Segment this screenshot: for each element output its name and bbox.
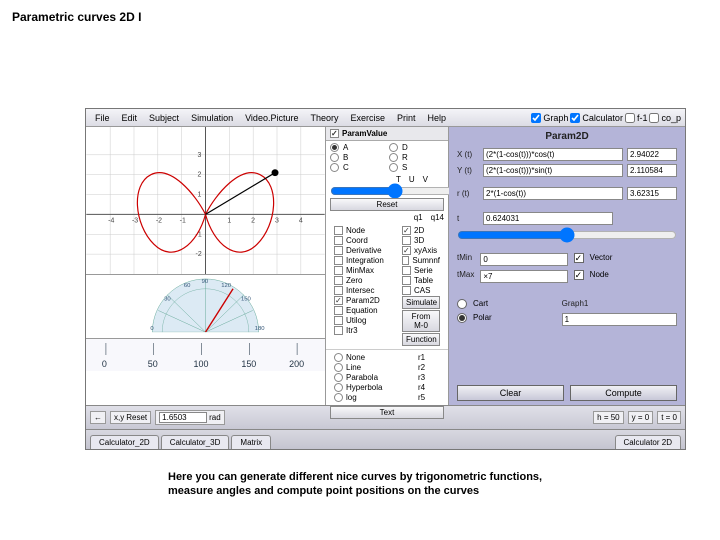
val1-input[interactable] xyxy=(159,412,207,423)
rb-c[interactable] xyxy=(330,163,339,172)
svg-text:120: 120 xyxy=(221,283,232,289)
svg-text:-2: -2 xyxy=(156,217,162,224)
left-panel: -4-3-2 -112 34 321 -1-2 xyxy=(86,127,326,405)
menu-print[interactable]: Print xyxy=(392,111,421,125)
page-title: Parametric curves 2D I xyxy=(12,10,141,24)
chk-cop[interactable]: co_p xyxy=(649,113,681,123)
t-slider[interactable] xyxy=(457,229,677,241)
menu-simulation[interactable]: Simulation xyxy=(186,111,238,125)
ruler[interactable]: 0 50 100 150 200 xyxy=(86,339,325,371)
reset-button[interactable]: Reset xyxy=(330,198,444,211)
svg-text:4: 4 xyxy=(299,217,303,224)
tab-calc3d[interactable]: Calculator_3D xyxy=(161,435,230,449)
tab-bar: Calculator_2D Calculator_3D Matrix Calcu… xyxy=(86,429,685,449)
svg-text:-2: -2 xyxy=(196,251,202,258)
eq2: y = 0 xyxy=(628,411,654,424)
compute-button[interactable]: Compute xyxy=(570,385,677,401)
x-expr-input[interactable] xyxy=(483,148,623,161)
menu-theory[interactable]: Theory xyxy=(305,111,343,125)
eq1: h = 50 xyxy=(593,411,623,424)
svg-text:1: 1 xyxy=(198,192,202,199)
panel-title: Param2D xyxy=(449,127,685,146)
t-input[interactable] xyxy=(483,212,613,225)
tmin-input[interactable] xyxy=(480,253,567,266)
rb-a[interactable] xyxy=(330,143,339,152)
tab-calc2d[interactable]: Calculator_2D xyxy=(90,435,159,449)
menu-video[interactable]: Video.Picture xyxy=(240,111,303,125)
x-val-input[interactable] xyxy=(627,148,677,161)
menu-help[interactable]: Help xyxy=(423,111,452,125)
svg-text:50: 50 xyxy=(148,359,158,369)
mid-header: ParamValue xyxy=(326,127,448,141)
svg-text:-4: -4 xyxy=(108,217,114,224)
chk-f1[interactable]: f-1 xyxy=(625,113,648,123)
svg-text:100: 100 xyxy=(194,359,209,369)
tab-right[interactable]: Calculator 2D xyxy=(615,435,681,449)
svg-text:-3: -3 xyxy=(132,217,138,224)
mid-slider[interactable] xyxy=(330,186,459,196)
svg-text:1: 1 xyxy=(227,217,231,224)
y-val-input[interactable] xyxy=(627,164,677,177)
svg-text:60: 60 xyxy=(184,283,191,289)
svg-text:3: 3 xyxy=(275,217,279,224)
caption: Here you can generate different nice cur… xyxy=(168,470,588,499)
svg-text:3: 3 xyxy=(198,152,202,159)
svg-text:2: 2 xyxy=(198,172,202,179)
rb-r[interactable] xyxy=(389,153,398,162)
vector-check[interactable] xyxy=(574,253,584,263)
eq3: t = 0 xyxy=(657,411,681,424)
svg-text:90: 90 xyxy=(202,279,209,285)
tab-matrix[interactable]: Matrix xyxy=(231,435,271,449)
from-m0-button[interactable]: From M-0 xyxy=(402,310,440,332)
rb-d[interactable] xyxy=(389,143,398,152)
arrow-left-icon[interactable]: ← xyxy=(90,411,106,424)
text-button[interactable]: Text xyxy=(330,406,444,419)
menu-subject[interactable]: Subject xyxy=(144,111,184,125)
chk-graph[interactable]: Graph xyxy=(531,113,568,123)
cart-radio[interactable] xyxy=(457,299,467,309)
right-panel: Param2D X (t) Y (t) r (t) t xyxy=(449,127,685,405)
rb-s[interactable] xyxy=(389,163,398,172)
svg-text:150: 150 xyxy=(241,297,252,303)
plot-area[interactable]: -4-3-2 -112 34 321 -1-2 xyxy=(86,127,325,275)
menu-exercise[interactable]: Exercise xyxy=(345,111,390,125)
rb-b[interactable] xyxy=(330,153,339,162)
simulate-button[interactable]: Simulate xyxy=(402,296,440,309)
svg-text:2: 2 xyxy=(251,217,255,224)
r-val-input[interactable] xyxy=(627,187,677,200)
clear-button[interactable]: Clear xyxy=(457,385,564,401)
r-expr-input[interactable] xyxy=(483,187,623,200)
y-expr-input[interactable] xyxy=(483,164,623,177)
svg-text:30: 30 xyxy=(164,297,171,303)
svg-text:180: 180 xyxy=(255,326,266,332)
svg-text:-1: -1 xyxy=(180,217,186,224)
polar-radio[interactable] xyxy=(457,313,467,323)
tmax-input[interactable] xyxy=(480,270,567,283)
menu-file[interactable]: File xyxy=(90,111,115,125)
xy-reset[interactable]: x,y Reset xyxy=(110,411,151,424)
menubar: File Edit Subject Simulation Video.Pictu… xyxy=(86,109,685,127)
function-button[interactable]: Function xyxy=(402,333,440,346)
menu-edit[interactable]: Edit xyxy=(117,111,143,125)
protractor[interactable]: 03060 90120150 180 xyxy=(86,275,325,339)
node-check[interactable] xyxy=(574,270,584,280)
svg-text:200: 200 xyxy=(289,359,304,369)
chk-calculator[interactable]: Calculator xyxy=(570,113,623,123)
mid-panel: ParamValue A D B R C S T U V Reset q1q14… xyxy=(326,127,449,405)
graph1-input[interactable] xyxy=(562,313,677,326)
svg-text:0: 0 xyxy=(102,359,107,369)
app-window: File Edit Subject Simulation Video.Pictu… xyxy=(85,108,686,450)
svg-text:150: 150 xyxy=(241,359,256,369)
